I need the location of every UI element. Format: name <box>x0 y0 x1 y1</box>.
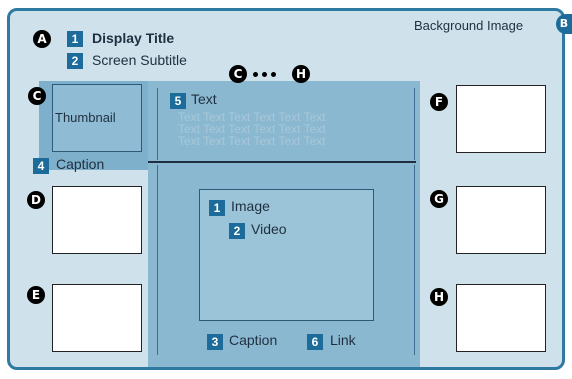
range-dot <box>253 72 258 77</box>
media-caption-number-badge: 3 <box>207 334 223 350</box>
filler-text-line: Text Text Text Text Text Text <box>178 122 326 136</box>
marker-h-range-end: H <box>292 65 310 83</box>
text-panel-title: Text <box>191 91 217 107</box>
link-number-badge: 6 <box>307 334 323 350</box>
title-number-badge: 1 <box>67 31 83 47</box>
media-panel-left-rule <box>157 165 158 355</box>
box-e <box>52 284 142 352</box>
thumbnail-caption: Caption <box>56 156 105 172</box>
marker-c-left: C <box>28 87 46 105</box>
marker-h: H <box>430 288 448 306</box>
thumbnail-label: Thumbnail <box>55 110 116 125</box>
filler-text-line: Text Text Text Text Text Text <box>178 110 326 124</box>
box-d <box>52 186 142 254</box>
media-link[interactable]: Link <box>330 332 356 348</box>
display-title: Display Title <box>92 30 175 46</box>
range-dot <box>262 72 267 77</box>
video-number-badge: 2 <box>229 223 245 239</box>
filler-text-line: Text Text Text Text Text Text <box>178 134 326 148</box>
background-image-label: Background Image <box>414 18 524 33</box>
marker-g: G <box>430 190 448 208</box>
screen-subtitle: Screen Subtitle <box>92 52 187 68</box>
marker-c-range-start: C <box>229 65 247 83</box>
marker-a: A <box>33 30 51 48</box>
media-box <box>199 189 374 321</box>
media-panel-right-rule <box>414 165 415 355</box>
thumbnail-caption-number-badge: 4 <box>33 158 49 174</box>
media-video-label: Video <box>251 221 287 237</box>
text-panel-right-rule <box>414 88 415 160</box>
box-g <box>456 186 546 254</box>
media-caption: Caption <box>229 332 278 348</box>
marker-e: E <box>27 286 45 304</box>
box-h <box>456 284 546 352</box>
text-number-badge: 5 <box>170 93 186 109</box>
marker-b: B <box>556 14 572 34</box>
marker-d: D <box>27 191 45 209</box>
marker-f: F <box>430 93 448 111</box>
box-f <box>456 85 546 153</box>
text-panel-left-rule <box>157 88 158 160</box>
media-image-label: Image <box>231 198 270 214</box>
image-number-badge: 1 <box>209 200 225 216</box>
range-dot <box>271 72 276 77</box>
subtitle-number-badge: 2 <box>67 53 83 69</box>
section-divider <box>148 161 416 163</box>
